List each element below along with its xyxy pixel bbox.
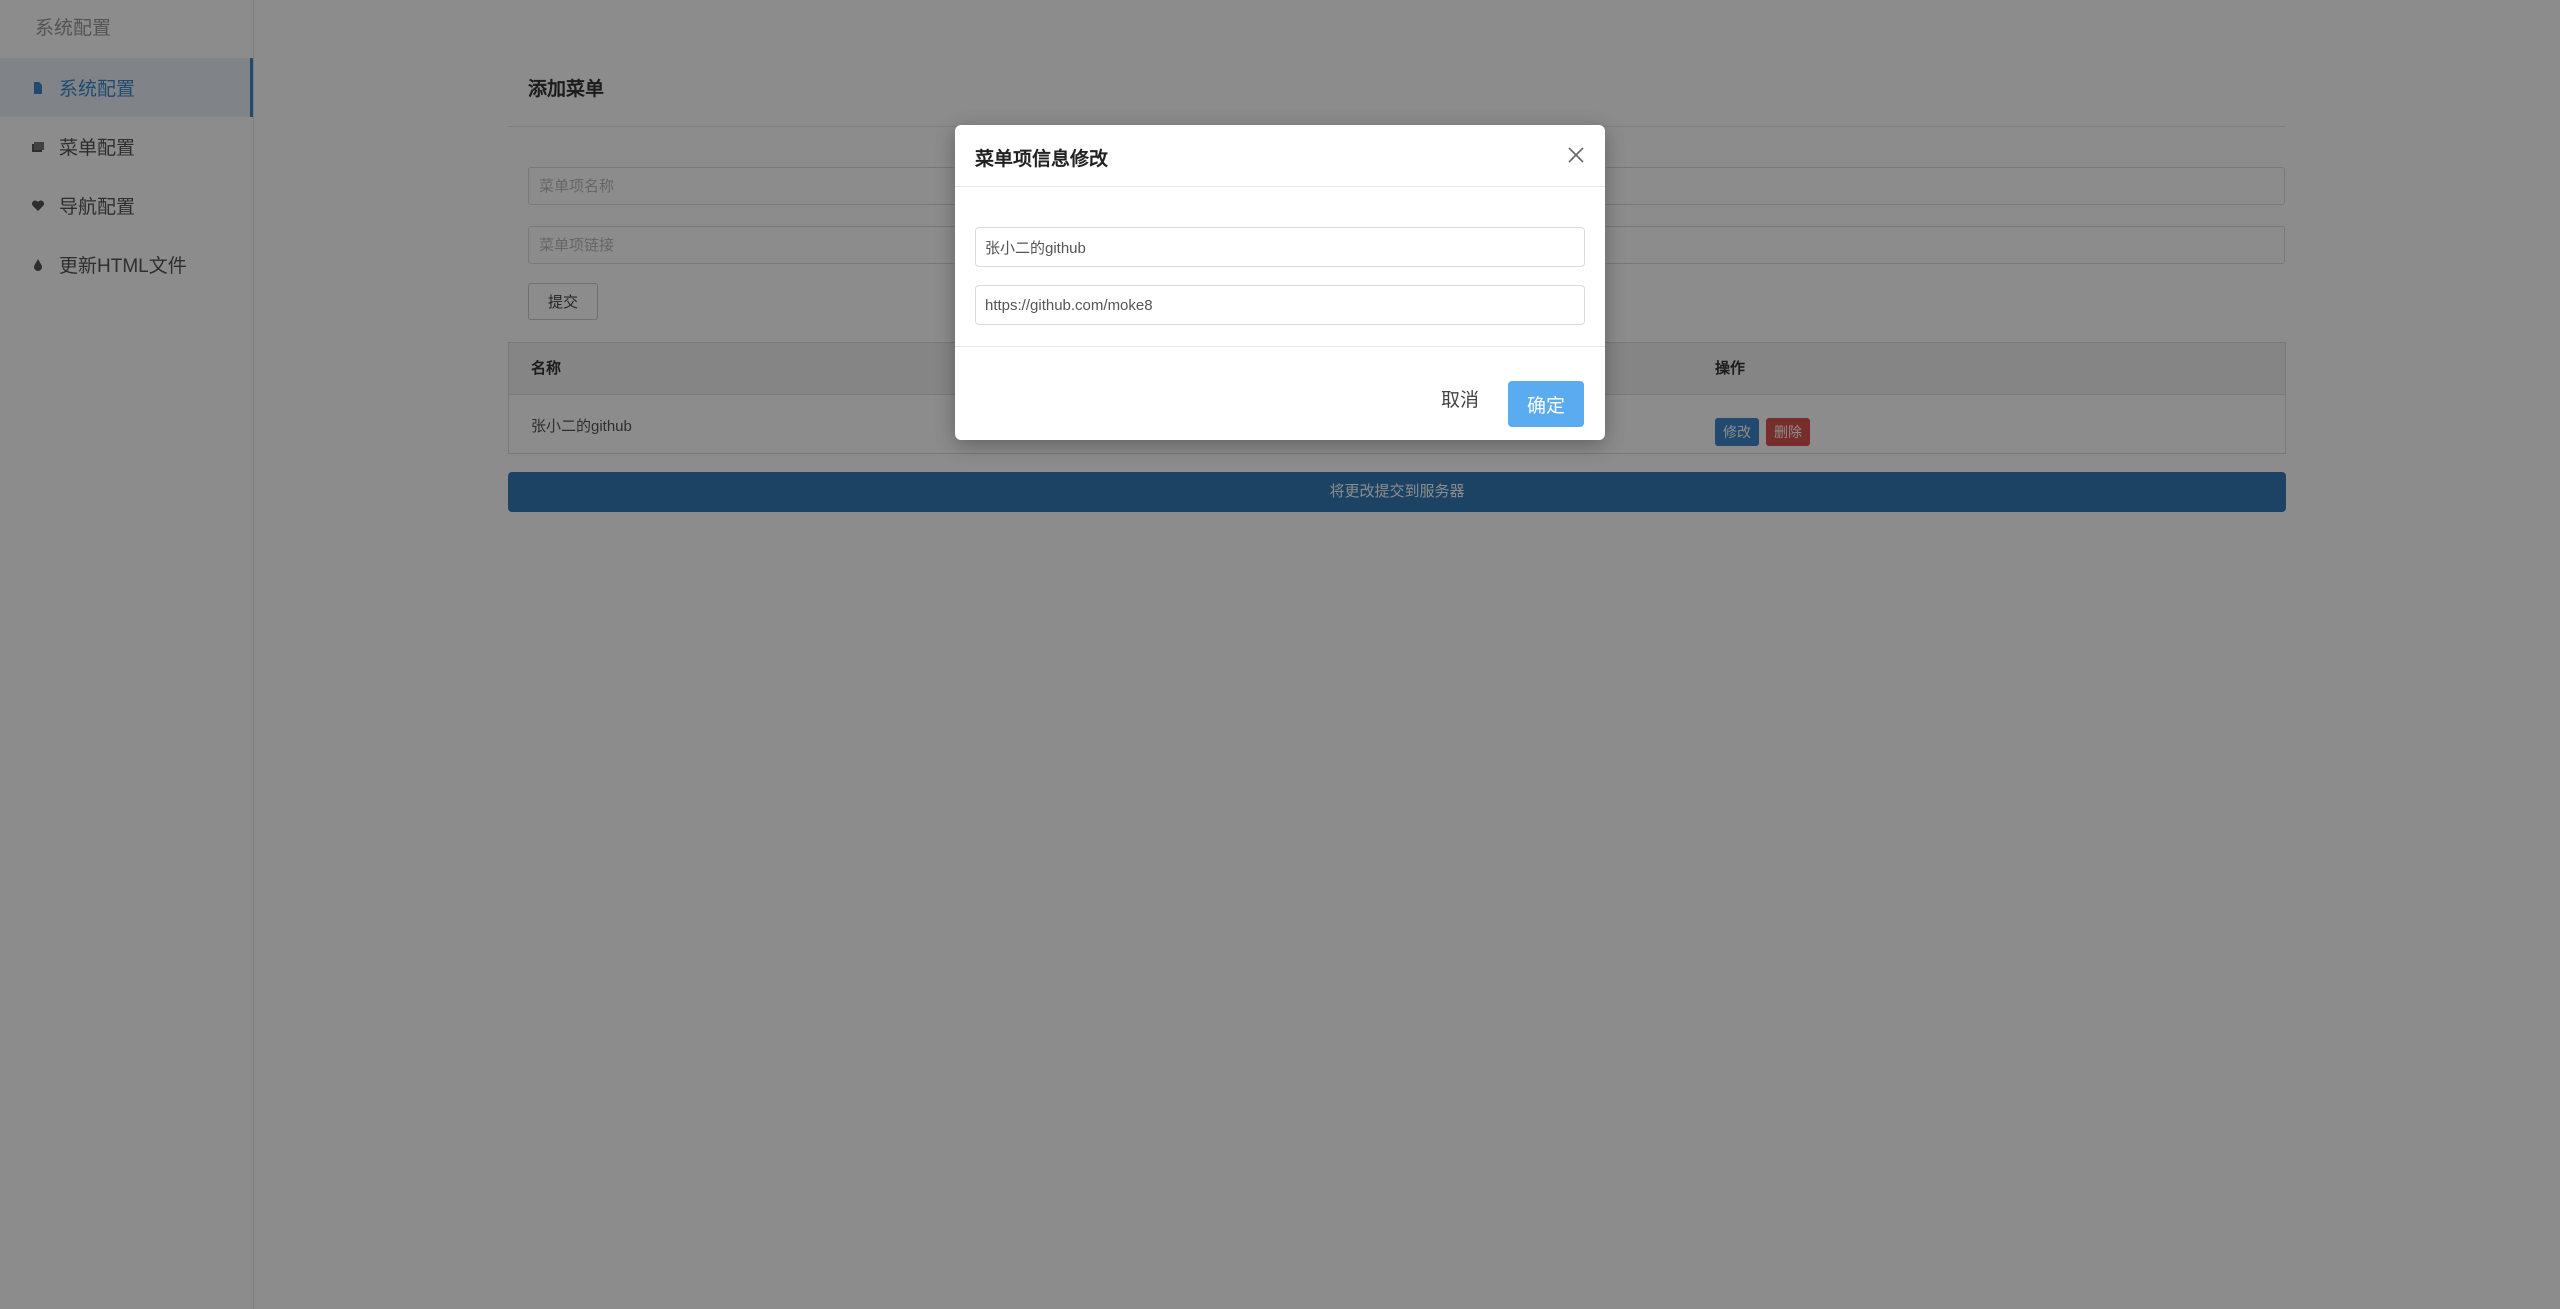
cancel-button[interactable]: 取消 (1425, 381, 1495, 415)
modal-header: 菜单项信息修改 (955, 125, 1605, 187)
divider (955, 346, 1605, 347)
modal-name-field[interactable] (975, 227, 1585, 267)
modal-link-field[interactable] (975, 285, 1585, 325)
confirm-button[interactable]: 确定 (1508, 381, 1584, 427)
close-icon[interactable] (1565, 144, 1587, 166)
modal-title: 菜单项信息修改 (975, 149, 1109, 170)
edit-menu-item-dialog: 菜单项信息修改 取消 确定 (955, 125, 1605, 440)
